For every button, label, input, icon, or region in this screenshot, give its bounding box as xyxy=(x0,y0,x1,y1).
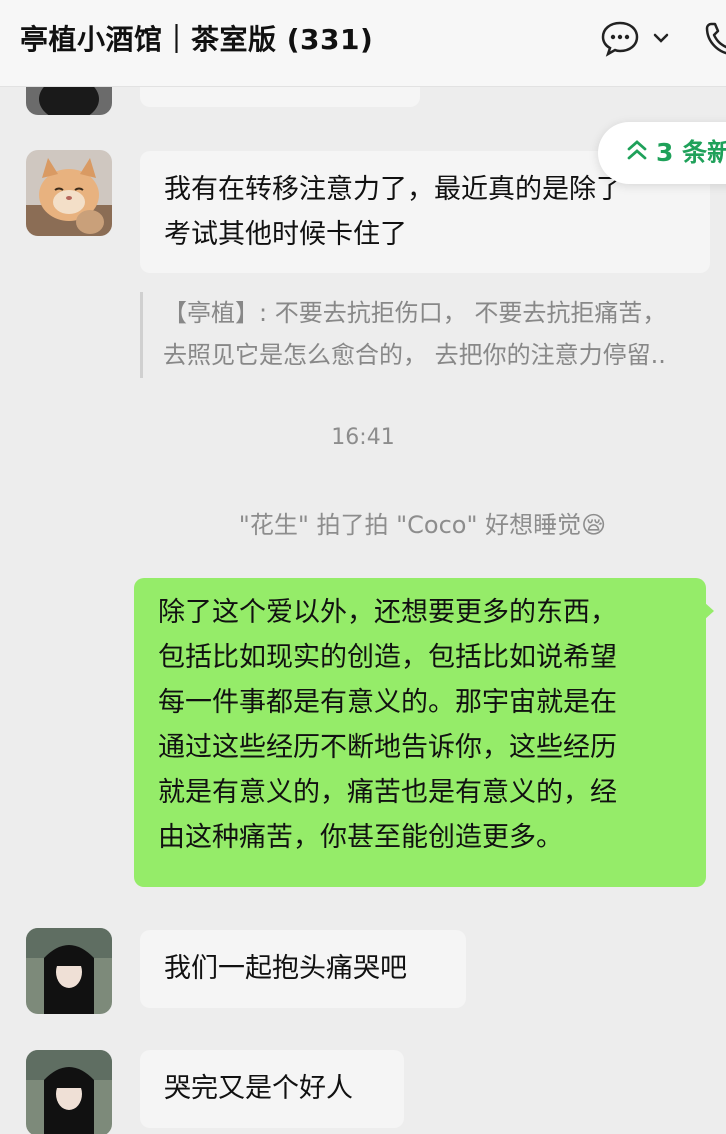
phone-icon[interactable] xyxy=(703,18,726,58)
quote-line: 去照见它是怎么愈合的， 去把你的注意力停留.. xyxy=(163,341,666,369)
avatar[interactable] xyxy=(26,87,112,115)
message-text: 我们一起抱头痛哭吧 xyxy=(164,953,407,984)
bubble-tail xyxy=(704,602,714,620)
message-line: 就是有意义的，痛苦也是有意义的，经 xyxy=(158,777,617,808)
chat-bubble-icon[interactable] xyxy=(600,18,640,58)
quoted-message[interactable]: 【亭植】: 不要去抗拒伤口， 不要去抗拒痛苦， 去照见它是怎么愈合的， 去把你的… xyxy=(140,292,726,378)
chat-message-list[interactable]: 我有在转移注意力了，最近真的是除了 考试其他时候卡住了 【亭植】: 不要去抗拒伤… xyxy=(0,87,726,1134)
chat-title: 亭植小酒馆｜茶室版 (331) xyxy=(20,23,374,56)
chat-header: 亭植小酒馆｜茶室版 (331) xyxy=(0,0,726,87)
message-line: 除了这个爱以外，还想要更多的东西， xyxy=(158,597,617,628)
avatar[interactable] xyxy=(26,1050,112,1134)
avatar[interactable] xyxy=(26,150,112,236)
message-line: 由这种痛苦，你甚至能创造更多。 xyxy=(158,822,563,853)
message-bubble[interactable]: 哭完又是个好人 xyxy=(140,1050,404,1128)
chevron-down-icon[interactable] xyxy=(651,18,671,58)
message-bubble-outgoing[interactable]: 除了这个爱以外，还想要更多的东西， 包括比如现实的创造，包括比如说希望 每一件事… xyxy=(134,578,706,887)
avatar[interactable] xyxy=(26,928,112,1014)
quote-line: 【亭植】: 不要去抗拒伤口， 不要去抗拒痛苦， xyxy=(163,299,667,327)
new-messages-button[interactable]: 3 条新 xyxy=(598,122,726,184)
message-bubble-partial[interactable] xyxy=(140,87,420,107)
message-line: 每一件事都是有意义的。那宇宙就是在 xyxy=(158,687,617,718)
new-messages-label: 3 条新 xyxy=(656,138,726,167)
message-line: 通过这些经历不断地告诉你，这些经历 xyxy=(158,732,617,763)
message-line: 包括比如现实的创造，包括比如说希望 xyxy=(158,642,617,673)
message-bubble[interactable]: 我们一起抱头痛哭吧 xyxy=(140,930,466,1008)
message-text: 哭完又是个好人 xyxy=(164,1073,353,1104)
double-chevron-up-icon xyxy=(626,123,648,185)
message-line: 考试其他时候卡住了 xyxy=(164,219,407,250)
system-message: "花生" 拍了拍 "Coco" 好想睡觉😪 xyxy=(238,511,607,539)
timestamp: 16:41 xyxy=(331,425,395,450)
